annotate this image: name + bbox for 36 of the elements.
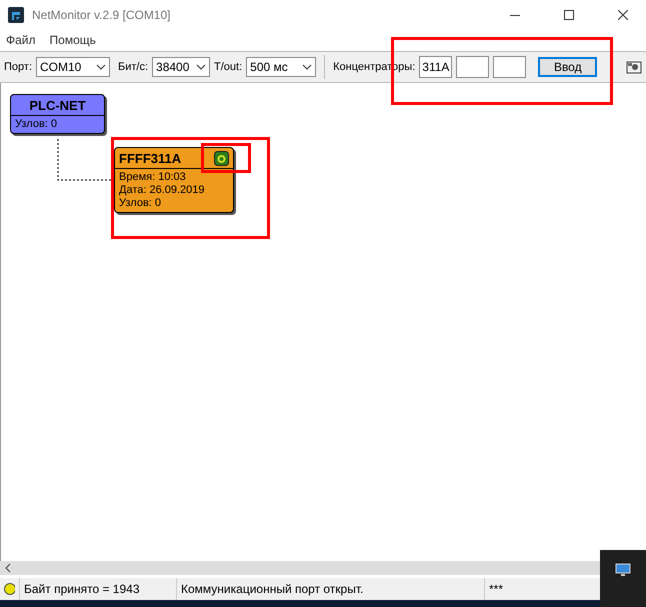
dropdown-caret-icon[interactable] [96, 64, 106, 70]
status-message: Коммуникационный порт открыт. [181, 582, 364, 596]
minimize-icon[interactable] [510, 14, 520, 16]
node-card[interactable]: PLC-NET Узлов: 0 [10, 94, 105, 134]
horizontal-scrollbar[interactable] [0, 561, 600, 575]
port-label: Порт: [4, 61, 32, 73]
menu-item[interactable]: Помощь [50, 33, 96, 47]
dropdown-caret-icon[interactable] [302, 64, 312, 70]
hub-field[interactable]: 311A [419, 56, 452, 78]
status-extra: *** [489, 582, 504, 596]
node-info: Узлов: 0 [14, 118, 58, 131]
bytes-received-text: Байт принято = 1943 [24, 582, 140, 596]
camera-icon[interactable] [626, 59, 642, 75]
window-title: NetMonitor v.2.9 [COM10] [32, 8, 172, 22]
timeout-dropdown[interactable]: 500 мс [246, 57, 316, 77]
node-info: Узлов: 0 [118, 197, 162, 210]
node-info: Время: 10:03 [118, 171, 187, 184]
baud-dropdown[interactable]: 38400 [152, 57, 210, 77]
port-dropdown[interactable]: COM10 [36, 57, 110, 77]
node-title: FFFF311A [119, 150, 182, 166]
status-icon [214, 150, 229, 166]
dropdown-caret-icon[interactable] [196, 64, 206, 70]
timeout-label: T/out: [214, 61, 242, 73]
menu-item[interactable]: Файл [6, 33, 36, 47]
node-info: Дата: 26.09.2019 [118, 184, 206, 197]
baud-label: Бит/с: [118, 61, 148, 73]
hub-field[interactable] [456, 56, 490, 78]
close-icon[interactable] [618, 10, 628, 20]
monitor-icon[interactable] [615, 562, 631, 578]
scroll-left-icon[interactable] [5, 563, 11, 573]
app-icon [8, 7, 24, 23]
maximize-icon[interactable] [564, 10, 574, 20]
node-title: PLC-NET [29, 98, 86, 112]
enter-button[interactable]: Ввод [538, 57, 598, 77]
hub-field[interactable] [493, 56, 526, 78]
node-card[interactable]: FFFF311A Время: 10:03 Дата: 26.09.2019 Узлов: 0 [114, 147, 234, 213]
